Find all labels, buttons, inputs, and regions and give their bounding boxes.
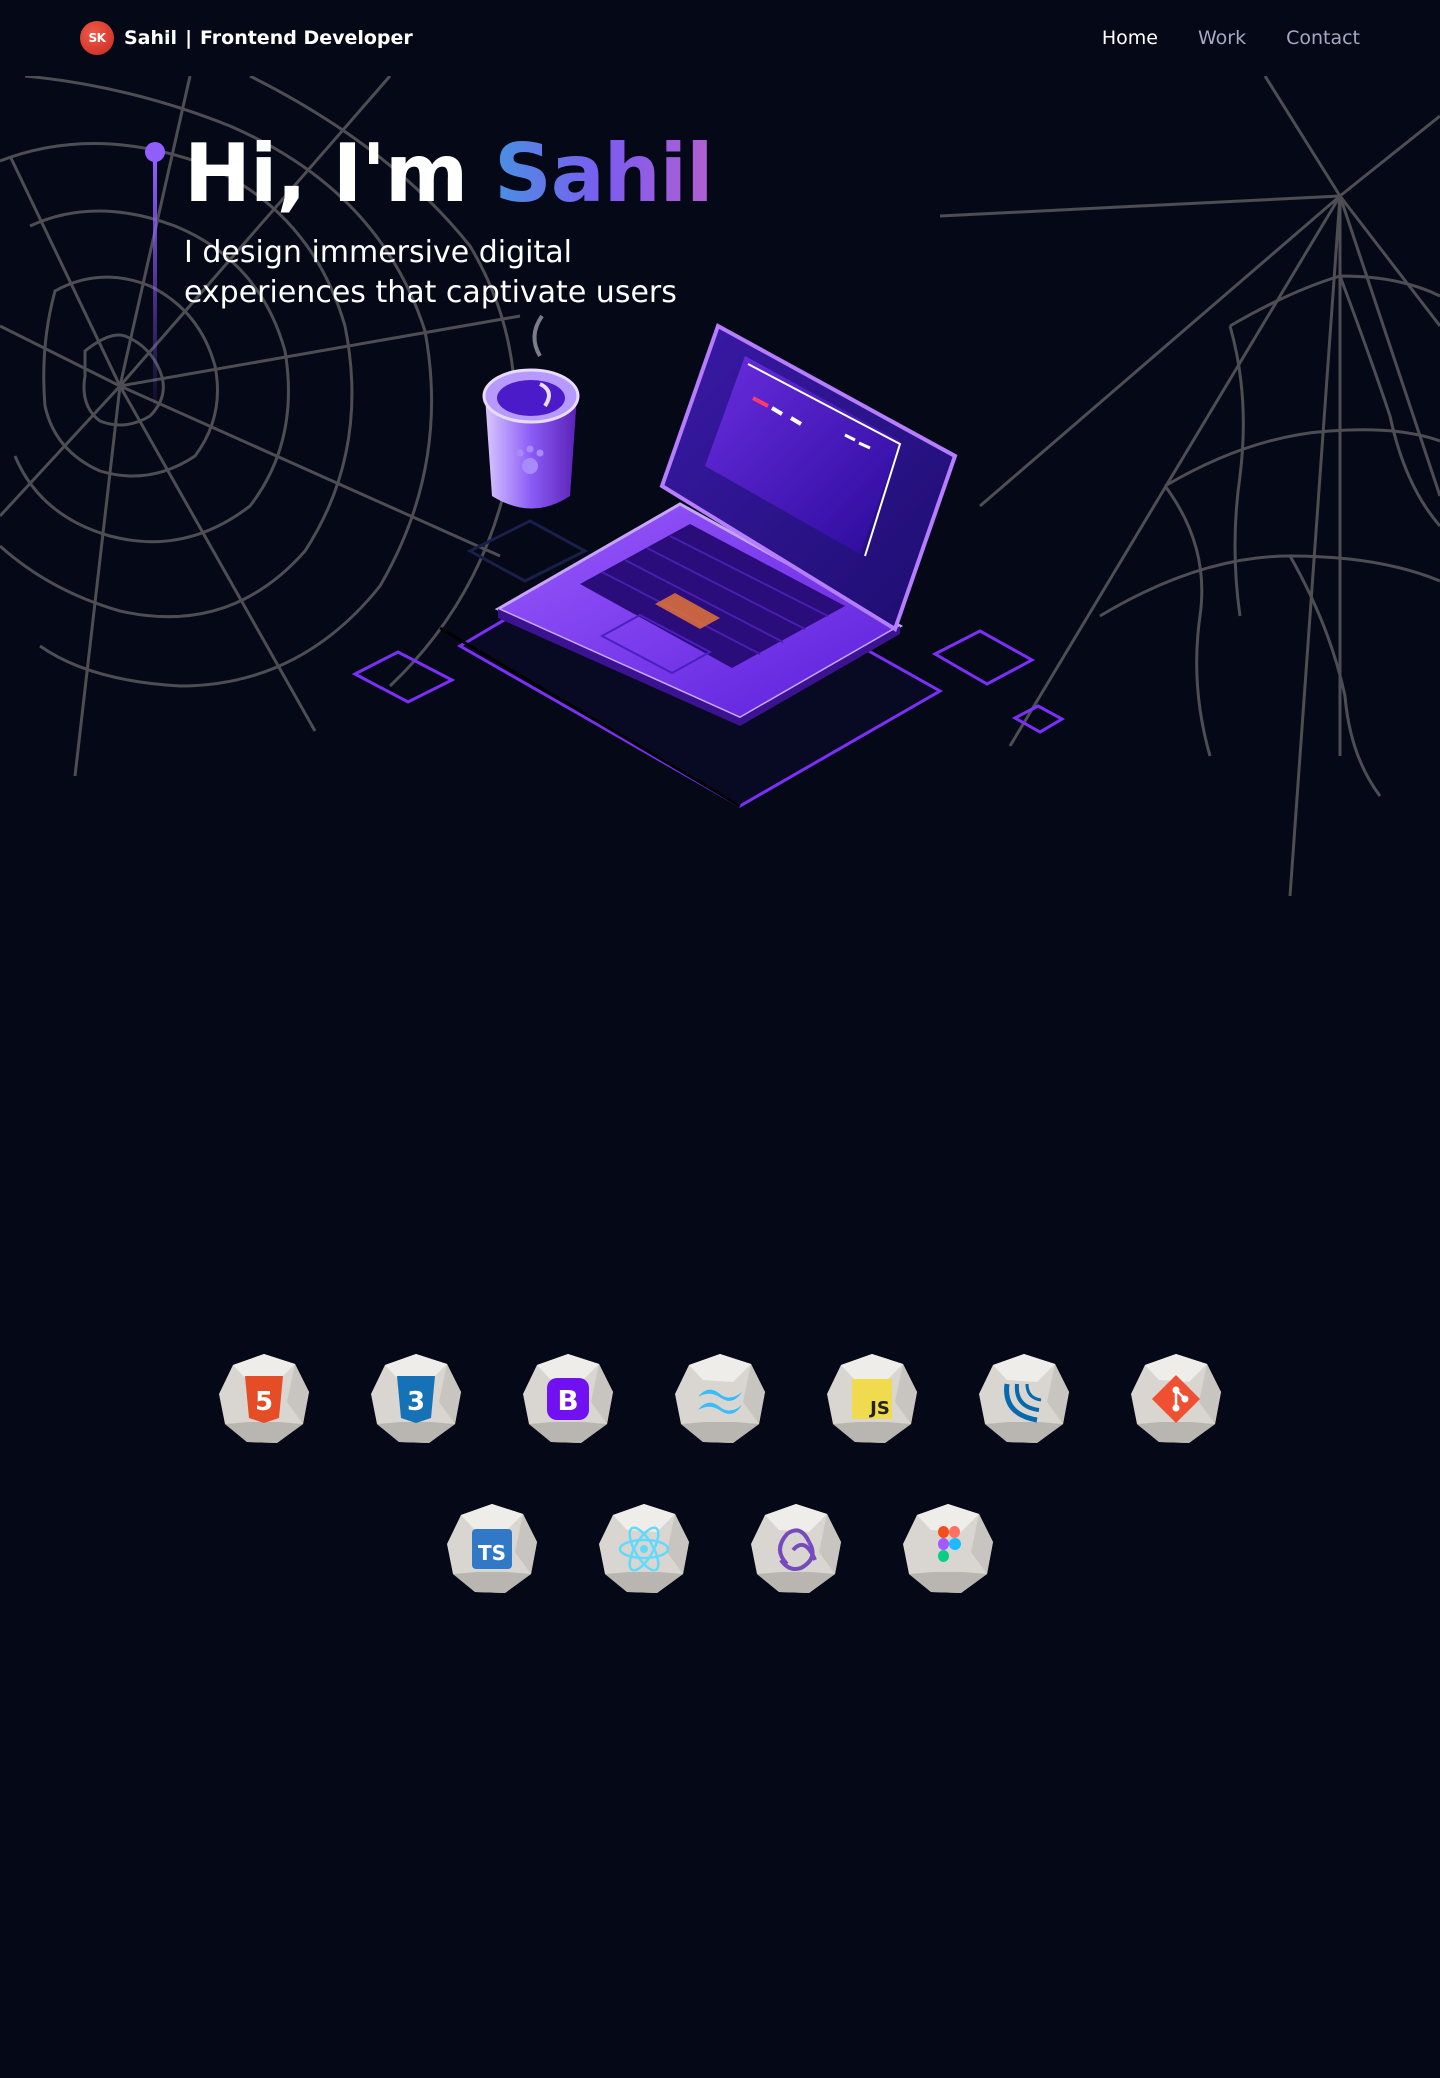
- brand-home-link[interactable]: SK Sahil | Frontend Developer: [80, 21, 413, 55]
- brand-separator: |: [185, 27, 193, 49]
- html5-icon: 5: [219, 1354, 309, 1443]
- typescript-icon: TS: [447, 1504, 537, 1593]
- svg-text:3: 3: [407, 1387, 425, 1417]
- hero-greeting: Hi, I'm: [184, 127, 495, 220]
- hero-title: Hi, I'm Sahil: [184, 126, 714, 222]
- typescript-tech-ball[interactable]: TS: [445, 1502, 539, 1596]
- redux-icon: [751, 1504, 841, 1593]
- logo-badge: SK: [80, 21, 114, 55]
- javascript-icon: JS: [827, 1354, 917, 1443]
- brand-name: Sahil: [124, 27, 178, 49]
- nav-link-home[interactable]: Home: [1102, 27, 1158, 49]
- figma-tech-ball[interactable]: [901, 1502, 995, 1596]
- jquery-tech-ball[interactable]: [977, 1352, 1071, 1446]
- hero-name: Sahil: [494, 127, 713, 220]
- tech-row-1: 5 3 B JS: [0, 1352, 1440, 1446]
- redux-tech-ball[interactable]: [749, 1502, 843, 1596]
- html5-tech-ball[interactable]: 5: [217, 1352, 311, 1446]
- hero-accent: [145, 142, 165, 442]
- svg-text:B: B: [557, 1384, 578, 1417]
- javascript-tech-ball[interactable]: JS: [825, 1352, 919, 1446]
- brand-text: Sahil | Frontend Developer: [124, 27, 413, 49]
- css3-icon: 3: [371, 1354, 461, 1443]
- jquery-icon: [979, 1354, 1069, 1443]
- bootstrap-tech-ball[interactable]: B: [521, 1352, 615, 1446]
- hero-section: Hi, I'm Sahil I design immersive digital…: [0, 76, 1440, 936]
- tailwind-tech-ball[interactable]: [673, 1352, 767, 1446]
- brand-role: Frontend Developer: [200, 27, 413, 49]
- svg-text:5: 5: [255, 1387, 273, 1417]
- git-tech-ball[interactable]: [1129, 1352, 1223, 1446]
- react-icon: [599, 1504, 689, 1593]
- navbar: SK Sahil | Frontend Developer Home Work …: [0, 0, 1440, 76]
- tailwind-icon: [675, 1354, 765, 1443]
- logo-text: SK: [88, 31, 106, 45]
- hero-subtitle: I design immersive digital experiences t…: [184, 235, 677, 310]
- bootstrap-icon: B: [523, 1354, 613, 1443]
- tech-stack-section: 5 3 B JS TS: [0, 1340, 1440, 1640]
- git-icon: [1131, 1354, 1221, 1443]
- svg-text:JS: JS: [868, 1398, 890, 1419]
- svg-text:TS: TS: [478, 1541, 506, 1565]
- react-tech-ball[interactable]: [597, 1502, 691, 1596]
- nav-links: Home Work Contact: [1102, 27, 1360, 49]
- nav-link-contact[interactable]: Contact: [1286, 27, 1360, 49]
- nav-link-work[interactable]: Work: [1198, 27, 1246, 49]
- tech-row-2: TS: [0, 1502, 1440, 1596]
- css3-tech-ball[interactable]: 3: [369, 1352, 463, 1446]
- hero-accent-dot: [145, 142, 165, 162]
- hero-accent-line: [153, 160, 157, 420]
- laptop-illustration: [351, 314, 1066, 808]
- figma-icon: [903, 1504, 993, 1593]
